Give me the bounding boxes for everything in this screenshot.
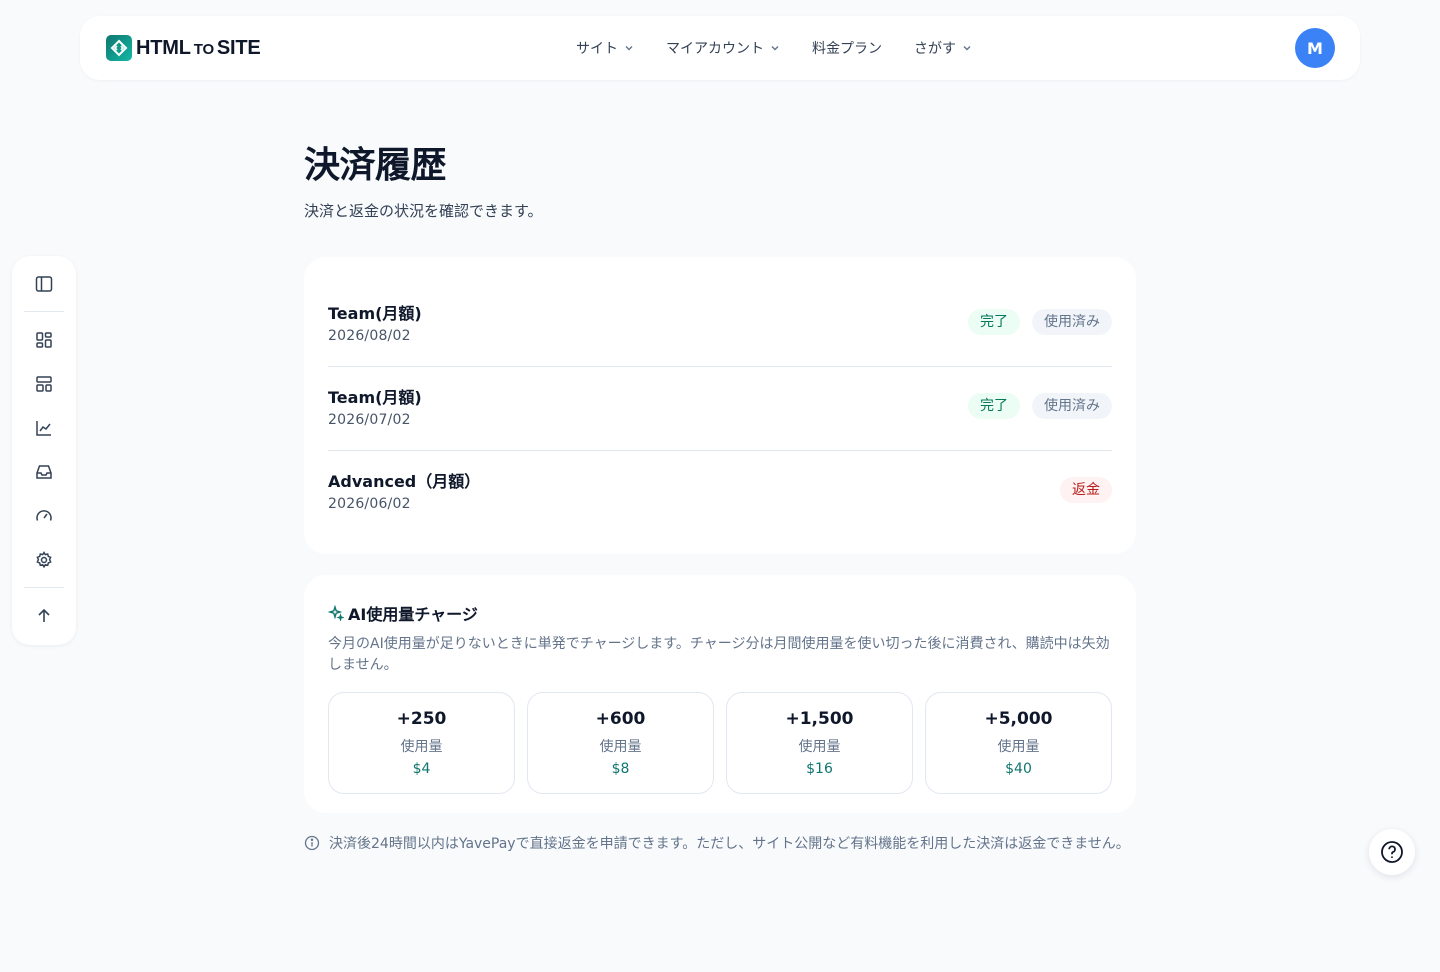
pack-price: $8 (611, 761, 630, 777)
ai-charge-card: AI使用量チャージ 今月のAI使用量が足りないときに単発でチャージします。チャー… (304, 575, 1136, 813)
inbox-icon[interactable] (33, 461, 55, 483)
status-badge-complete: 完了 (968, 309, 1020, 335)
pack-amount: +5,000 (984, 709, 1053, 729)
status-badge-used: 使用済み (1032, 393, 1112, 419)
payment-badges: 返金 (1048, 477, 1112, 503)
charge-pack-button[interactable]: +250 使用量 $4 (328, 692, 515, 794)
charge-title: AI使用量チャージ (328, 601, 1112, 625)
charge-title-text: AI使用量チャージ (348, 605, 478, 624)
page-subtitle: 決済と返金の状況を確認できます。 (304, 202, 543, 220)
arrow-up-icon[interactable] (33, 605, 55, 627)
pack-label: 使用量 (599, 739, 642, 755)
status-badge-refund: 返金 (1060, 477, 1112, 503)
pack-label: 使用量 (798, 739, 841, 755)
payment-plan: Advanced（月額） (328, 472, 481, 491)
charge-description: 今月のAI使用量が足りないときに単発でチャージします。チャージ分は月間使用量を使… (328, 636, 1110, 673)
refund-note: 決済後24時間以内はYavePayで直接返金を申請できます。ただし、サイト公開な… (304, 834, 1136, 855)
nav-item-label: マイアカウント (666, 41, 764, 57)
payment-date: 2026/06/02 (328, 496, 411, 512)
info-icon (304, 835, 320, 851)
pack-amount: +600 (595, 709, 646, 729)
gauge-icon[interactable] (33, 505, 55, 527)
chevron-down-icon (963, 46, 971, 51)
pack-price: $40 (1005, 761, 1032, 777)
logo-icon (106, 35, 132, 61)
top-navigation-bar: HTML TO SITE サイト マイアカウント 料金プラン さがす M (80, 16, 1360, 80)
logo-site: SITE (216, 36, 261, 59)
payment-date: 2026/08/02 (328, 328, 411, 344)
nav-item-label: 料金プラン (812, 41, 882, 57)
question-circle-icon (1381, 841, 1403, 863)
pack-label: 使用量 (997, 739, 1040, 755)
pack-amount: +1,500 (785, 709, 854, 729)
charge-pack-button[interactable]: +5,000 使用量 $40 (925, 692, 1112, 794)
chart-icon[interactable] (33, 417, 55, 439)
charge-packs: +250 使用量 $4 +600 使用量 $8 +1,500 使用量 $16 +… (328, 692, 1112, 794)
nav-item-pricing[interactable]: 料金プラン (812, 38, 882, 58)
gear-icon[interactable] (33, 549, 55, 571)
payment-badges: 完了 使用済み (956, 309, 1112, 335)
floating-sidebar (12, 256, 76, 645)
payment-date: 2026/07/02 (328, 412, 411, 428)
payment-badges: 完了 使用済み (956, 393, 1112, 419)
logo-main: HTML (136, 36, 191, 59)
dashboard-icon[interactable] (33, 329, 55, 351)
page-title: 決済履歴 (304, 145, 447, 186)
status-badge-used: 使用済み (1032, 309, 1112, 335)
sidebar-divider (24, 587, 64, 588)
page-header: 決済履歴 決済と返金の状況を確認できます。 (304, 140, 1136, 221)
charge-pack-button[interactable]: +1,500 使用量 $16 (726, 692, 913, 794)
chevron-down-icon (771, 46, 779, 51)
nav-item-search[interactable]: さがす (914, 38, 972, 58)
payment-plan: Team(月額) (328, 388, 422, 407)
help-button[interactable] (1369, 829, 1415, 875)
logo-wordmark: HTML TO SITE (136, 37, 261, 60)
payment-row[interactable]: Advanced（月額） 2026/06/02 返金 (328, 451, 1112, 535)
payment-row[interactable]: Team(月額) 2026/08/02 完了 使用済み (328, 283, 1112, 367)
payment-plan: Team(月額) (328, 304, 422, 323)
pack-price: $4 (412, 761, 431, 777)
pack-label: 使用量 (400, 739, 443, 755)
main-nav: サイト マイアカウント 料金プラン さがす (576, 16, 1004, 80)
payment-row[interactable]: Team(月額) 2026/07/02 完了 使用済み (328, 367, 1112, 451)
site-logo[interactable]: HTML TO SITE (106, 35, 261, 61)
nav-item-label: さがす (914, 41, 956, 57)
user-avatar[interactable]: M (1295, 28, 1335, 68)
sparkle-icon (328, 605, 344, 621)
logo-to: TO (193, 40, 214, 58)
chevron-down-icon (625, 46, 633, 51)
nav-item-label: サイト (576, 41, 618, 57)
payment-history-card: Team(月額) 2026/08/02 完了 使用済み Team(月額) 202… (304, 257, 1136, 554)
pack-price: $16 (806, 761, 833, 777)
refund-note-text: 決済後24時間以内はYavePayで直接返金を申請できます。ただし、サイト公開な… (329, 836, 1130, 852)
sidebar-divider (24, 311, 64, 312)
pack-amount: +250 (396, 709, 447, 729)
nav-item-site[interactable]: サイト (576, 38, 634, 58)
sidebar-toggle-icon[interactable] (33, 273, 55, 295)
status-badge-complete: 完了 (968, 393, 1020, 419)
nav-item-my-account[interactable]: マイアカウント (666, 38, 780, 58)
charge-pack-button[interactable]: +600 使用量 $8 (527, 692, 714, 794)
layout-icon[interactable] (33, 373, 55, 395)
